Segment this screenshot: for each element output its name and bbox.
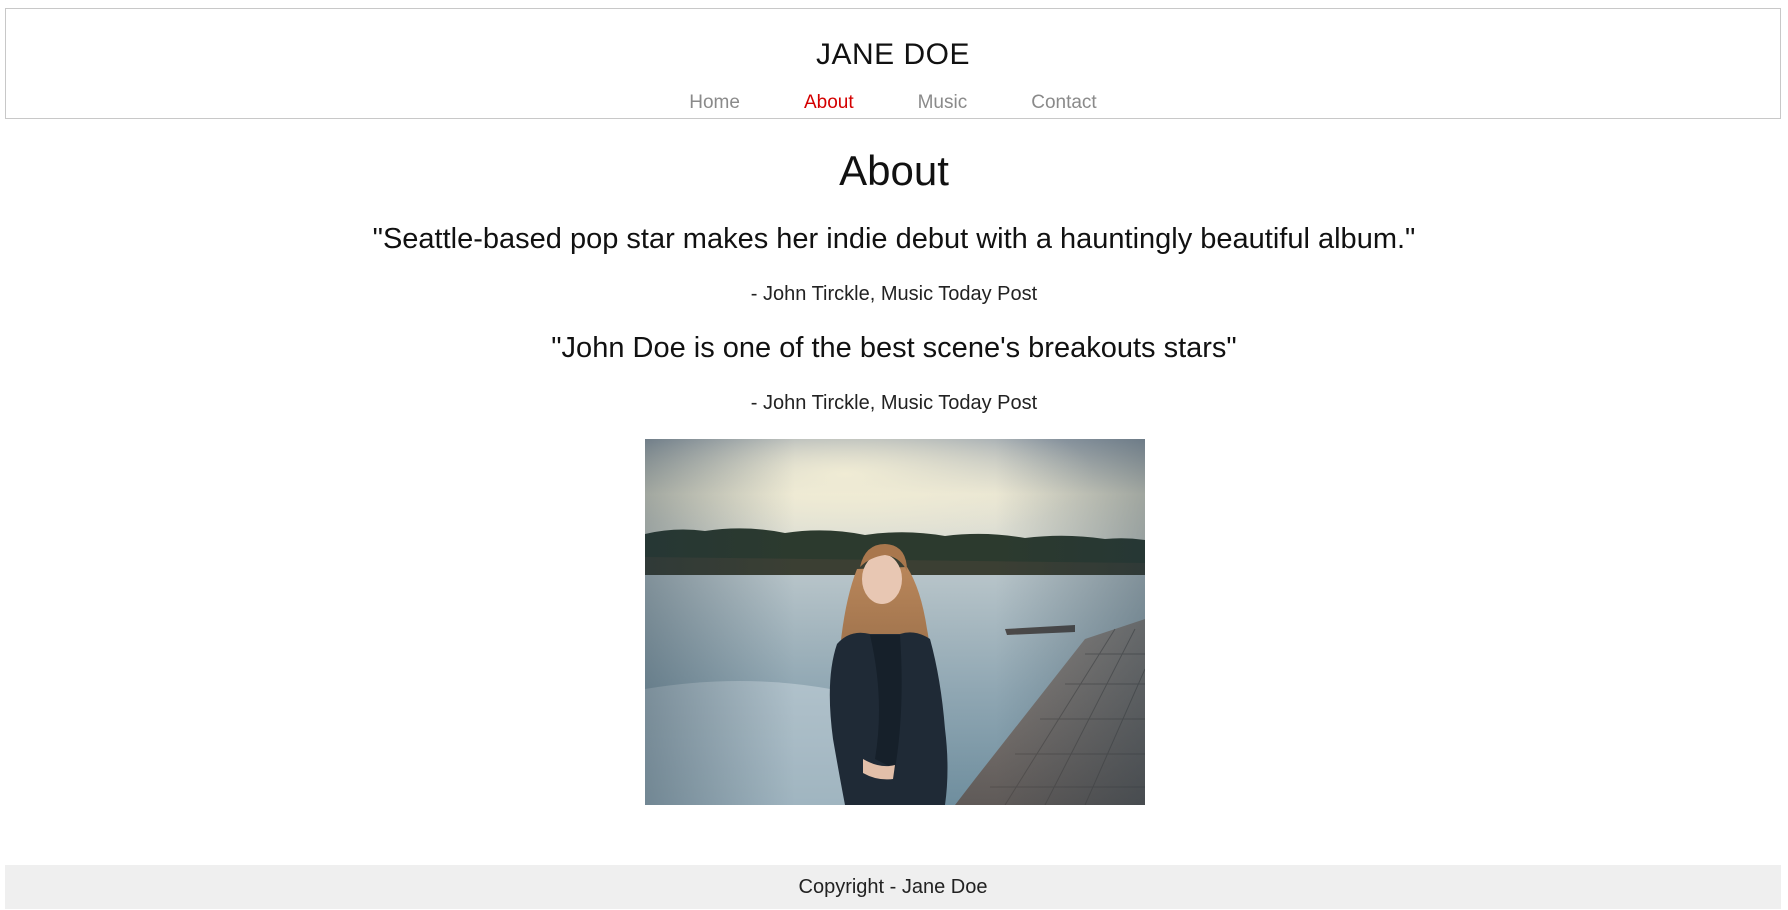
press-quote: "John Doe is one of the best scene's bre… <box>551 332 1237 364</box>
site-header: JANE DOE Home About Music Contact <box>5 8 1781 119</box>
page-title: About <box>839 147 949 194</box>
site-footer: Copyright - Jane Doe <box>5 865 1781 909</box>
copyright-text: Copyright - Jane Doe <box>798 876 988 898</box>
nav-item-contact[interactable]: Contact <box>1031 92 1096 114</box>
nav-item-music[interactable]: Music <box>918 92 968 114</box>
artist-photo <box>645 439 1145 805</box>
nav-item-about[interactable]: About <box>804 92 854 114</box>
site-title: JANE DOE <box>815 38 971 71</box>
quote-attribution: - John Tirckle, Music Today Post <box>750 283 1038 305</box>
press-quote: "Seattle-based pop star makes her indie … <box>372 223 1416 255</box>
nav-item-home[interactable]: Home <box>689 92 740 114</box>
main-nav: Home About Music Contact <box>6 92 1780 114</box>
quote-attribution: - John Tirckle, Music Today Post <box>750 392 1038 414</box>
